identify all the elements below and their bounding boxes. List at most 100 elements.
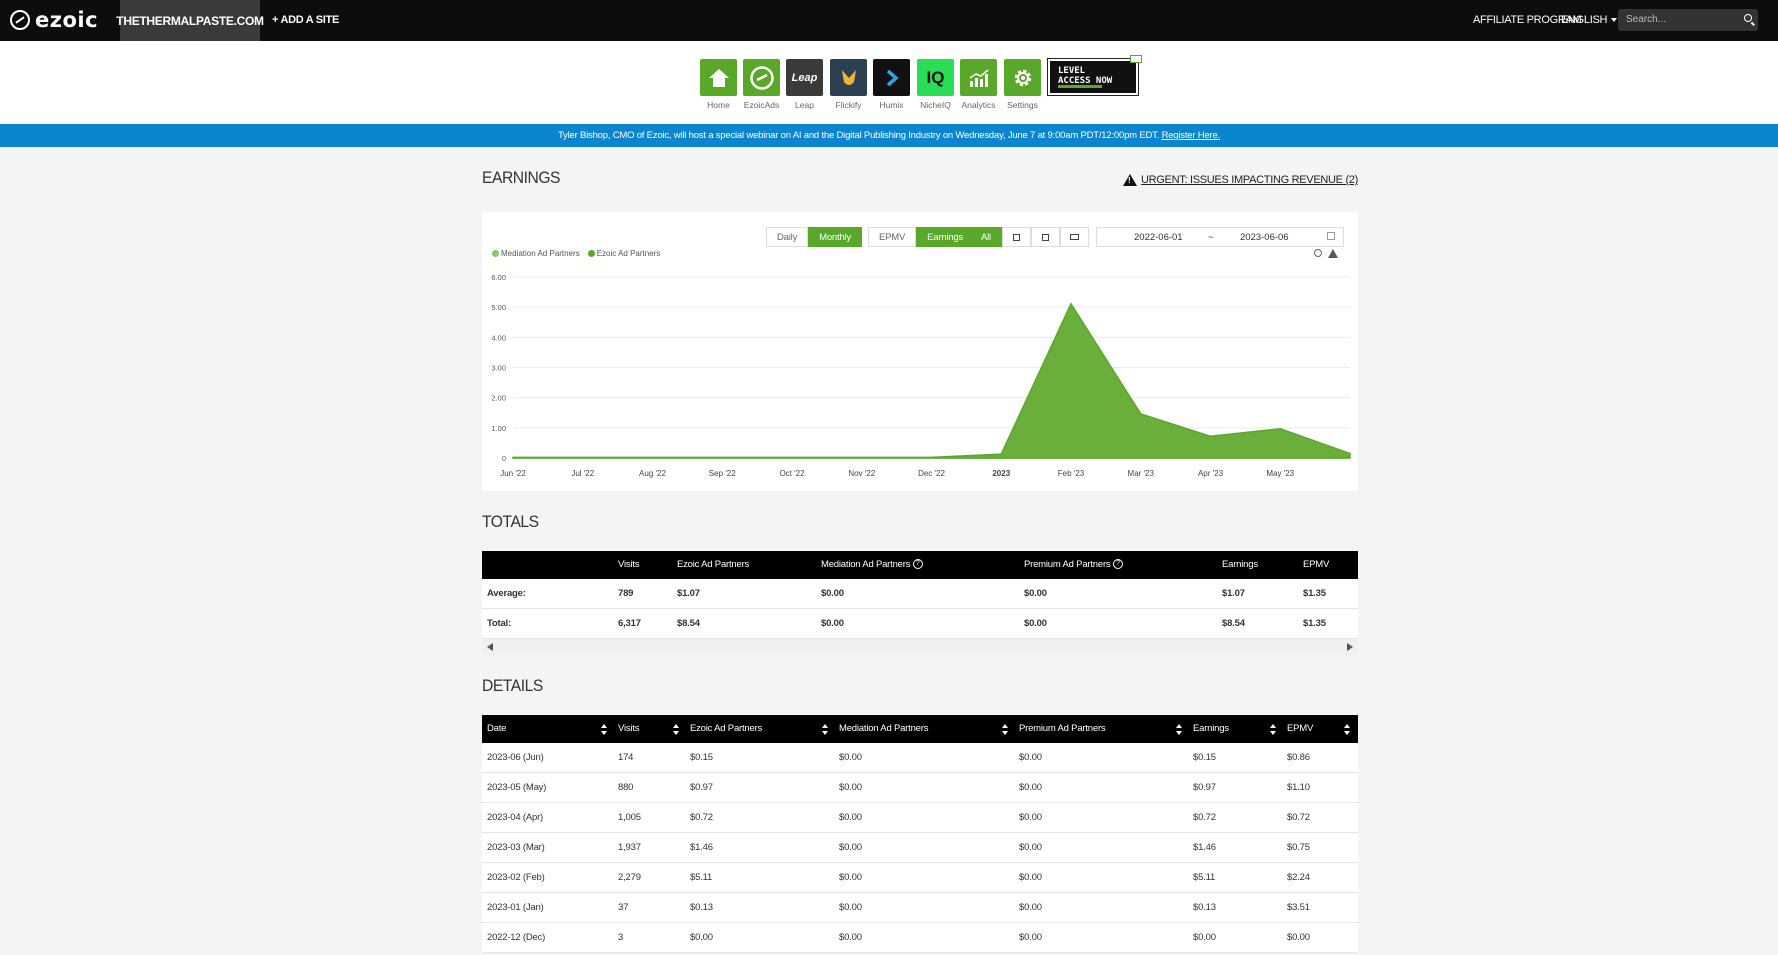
row-date: 2022-12 (Dec)	[487, 932, 546, 943]
cell: $0.72	[690, 812, 713, 823]
cell: $1.35	[1303, 618, 1326, 629]
details-row: 2022-12 (Dec) 3 $0.00 $0.00 $0.00 $0.00 $0.00	[482, 923, 1358, 953]
details-table: Date Visits Ezoic Ad Partners Mediation …	[482, 715, 1358, 953]
sort-icon[interactable]	[1176, 724, 1182, 735]
app-nicheiq[interactable]: IQ NicheIQ	[917, 59, 954, 110]
cell: $8.54	[677, 618, 700, 629]
cell: 789	[618, 588, 634, 599]
col-premium-ad-partners: Premium Ad Partners ?	[1024, 551, 1123, 579]
iq-icon: IQ	[917, 59, 954, 96]
series-area-ezoic[interactable]	[512, 302, 1351, 459]
x-tick-label: Mar '23	[1128, 469, 1155, 478]
cell: $5.11	[1193, 872, 1216, 883]
horizontal-scrollbar[interactable]	[482, 639, 1358, 655]
col-premium-ad-partners[interactable]: Premium Ad Partners	[1019, 715, 1106, 743]
site-selector[interactable]: THETHERMALPASTE.COM	[116, 0, 264, 41]
y-tick-label: 5.00	[491, 303, 506, 312]
col-mediation-ad-partners[interactable]: Mediation Ad Partners	[839, 715, 928, 743]
cell: 37	[618, 902, 629, 913]
sort-icon[interactable]	[1270, 724, 1276, 735]
col-label: Mediation Ad Partners	[821, 559, 911, 570]
humix-icon	[873, 59, 910, 96]
earnings-header: EARNINGS URGENT: ISSUES IMPACTING REVENU…	[482, 168, 1358, 192]
row-date: 2023-06 (Jun)	[487, 752, 544, 763]
totals-title: TOTALS	[482, 512, 539, 531]
details-row: 2023-04 (Apr) 1,005 $0.72 $0.00 $0.00 $0.72 $0…	[482, 803, 1358, 833]
cell: $0.97	[1193, 782, 1216, 793]
help-icon[interactable]: ?	[1112, 559, 1123, 570]
cell: $5.11	[690, 872, 713, 883]
y-tick-label: 1.00	[491, 424, 506, 433]
language-dropdown[interactable]: ENGLISH	[1561, 14, 1618, 26]
totals-row-total: Total: 6,317 $8.54 $0.00 $0.00 $8.54 $1.…	[482, 609, 1358, 639]
row-label: Total:	[487, 618, 511, 629]
earnings-area-chart: 0 1.00 2.00 3.00 4.00 5.00 6.00 Jun '22 Jul '22 A…	[491, 273, 1351, 478]
x-tick-label: Apr '23	[1198, 469, 1224, 478]
cell: $0.86	[1287, 752, 1310, 763]
sort-icon[interactable]	[673, 724, 679, 735]
add-site-link[interactable]: + ADD A SITE	[272, 14, 339, 26]
cell: $1.46	[1193, 842, 1216, 853]
analytics-icon	[960, 59, 997, 96]
col-label: Premium Ad Partners	[1024, 559, 1111, 570]
cell: $0.00	[1019, 782, 1042, 793]
cell: $0.00	[839, 812, 862, 823]
cell: $0.00	[821, 588, 844, 599]
col-mediation-ad-partners: Mediation Ad Partners ?	[821, 551, 923, 579]
cell: $0.00	[1024, 618, 1047, 629]
register-link[interactable]: Register Here.	[1162, 130, 1221, 141]
sort-icon[interactable]	[1344, 724, 1350, 735]
col-epmv[interactable]: EPMV	[1287, 715, 1313, 743]
details-row: 2023-03 (Mar) 1,937 $1.46 $0.00 $0.00 $1.46 $0…	[482, 833, 1358, 863]
sort-icon[interactable]	[601, 724, 607, 735]
cell: $0.00	[1019, 842, 1042, 853]
cell: $0.00	[1287, 932, 1310, 943]
col-earnings[interactable]: Earnings	[1193, 715, 1229, 743]
col-epmv: EPMV	[1303, 559, 1330, 570]
caret-down-icon	[1611, 18, 1618, 23]
row-date: 2023-04 (Apr)	[487, 812, 544, 823]
x-tick-label: Dec '22	[918, 469, 945, 478]
totals-table: Visits Ezoic Ad Partners Mediation Ad Pa…	[482, 551, 1358, 639]
app-home[interactable]: Home	[700, 59, 737, 110]
app-humix[interactable]: Humix	[873, 59, 910, 110]
app-ezoicads[interactable]: EzoicAds	[743, 59, 780, 110]
urgent-issues-link[interactable]: URGENT: ISSUES IMPACTING REVENUE (2)	[1123, 174, 1358, 186]
cell: 6,317	[618, 618, 641, 629]
x-tick-label: Aug '22	[639, 469, 666, 478]
search-input[interactable]	[1618, 9, 1738, 30]
brand-name: ezoic	[35, 8, 99, 32]
cell: $1.10	[1287, 782, 1310, 793]
sort-icon[interactable]	[1002, 724, 1008, 735]
app-flickify[interactable]: Flickify	[830, 59, 867, 110]
cell: $0.13	[1193, 902, 1216, 913]
app-leap[interactable]: Leap Leap	[786, 59, 823, 110]
row-date: 2023-05 (May)	[487, 782, 547, 793]
scroll-right-arrow-icon[interactable]	[1347, 643, 1353, 651]
col-date[interactable]: Date	[487, 715, 506, 743]
totals-header: TOTALS	[482, 512, 1358, 532]
x-tick-label: May '23	[1266, 469, 1294, 478]
search-icon[interactable]	[1744, 14, 1752, 22]
col-visits[interactable]: Visits	[618, 715, 640, 743]
level-access-now-banner[interactable]: LEVEL ACCESS NOW	[1048, 55, 1142, 95]
app-settings[interactable]: Settings	[1004, 59, 1041, 110]
envelope-icon	[1130, 55, 1142, 63]
sort-icon[interactable]	[822, 724, 828, 735]
urgent-label: URGENT: ISSUES IMPACTING REVENUE (2)	[1141, 174, 1358, 186]
col-ezoic-ad-partners[interactable]: Ezoic Ad Partners	[690, 715, 762, 743]
x-tick-label: Oct '22	[779, 469, 805, 478]
cell: $0.15	[1193, 752, 1216, 763]
cell: $0.00	[690, 932, 713, 943]
cell: $0.00	[839, 842, 862, 853]
row-date: 2023-01 (Jan)	[487, 902, 544, 913]
y-tick-label: 0	[502, 454, 506, 463]
cell: $0.00	[1193, 932, 1216, 943]
ezoic-logo[interactable]: ezoic	[10, 8, 98, 32]
cell: $2.24	[1287, 872, 1310, 883]
app-label: Settings	[1007, 100, 1038, 110]
scroll-left-arrow-icon[interactable]	[487, 643, 493, 651]
help-icon[interactable]: ?	[912, 559, 923, 570]
cell: 3	[618, 932, 624, 943]
app-analytics[interactable]: Analytics	[960, 59, 997, 110]
